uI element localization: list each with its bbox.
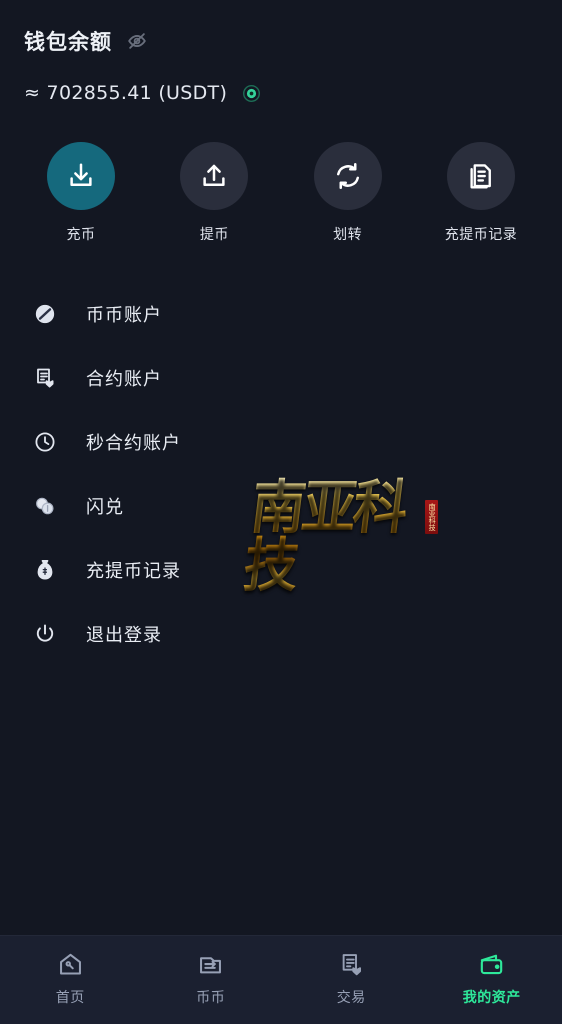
action-transfer[interactable]: 划转 bbox=[305, 142, 391, 244]
records-icon-circle bbox=[446, 142, 515, 210]
nav-item-my-assets-label: 我的资产 bbox=[462, 990, 521, 1006]
nav-item-spot-label: 币币 bbox=[196, 990, 226, 1006]
nav-item-my-assets[interactable]: 我的资产 bbox=[422, 951, 562, 1007]
menu-item-seconds-contract-account[interactable]: 秒合约账户 bbox=[32, 410, 530, 474]
action-deposit-label: 充币 bbox=[66, 227, 96, 243]
menu-item-deposit-withdraw-records-label: 充提币记录 bbox=[86, 561, 181, 582]
menu-item-spot-account[interactable]: 币币账户 bbox=[32, 282, 530, 346]
menu-item-flash-exchange[interactable]: 闪兑 bbox=[32, 474, 530, 538]
document-list-icon bbox=[470, 164, 491, 189]
home-icon bbox=[59, 953, 81, 975]
transfer-icon-circle bbox=[313, 142, 382, 210]
menu-item-flash-exchange-label: 闪兑 bbox=[86, 497, 124, 518]
my-assets-page: 钱包余额 ≈ 702855.41 (USDT) 充币 提币 划转 充提币记录 币… bbox=[0, 0, 562, 1024]
bottom-navigation: 首页 币币 交易 我的资产 bbox=[0, 935, 562, 1024]
menu-item-spot-account-label: 币币账户 bbox=[86, 305, 162, 326]
wallet-balance-value: ≈ 702855.41 (USDT) bbox=[24, 82, 228, 104]
nav-item-home[interactable]: 首页 bbox=[0, 951, 141, 1007]
menu-item-contract-account[interactable]: 合约账户 bbox=[32, 346, 530, 410]
money-bag-icon bbox=[32, 557, 58, 583]
two-coins-icon bbox=[32, 493, 58, 519]
nav-item-trade[interactable]: 交易 bbox=[281, 951, 422, 1007]
nav-item-home-label: 首页 bbox=[55, 990, 85, 1006]
wallet-icon bbox=[481, 954, 503, 975]
action-withdraw-label: 提币 bbox=[199, 227, 229, 243]
balance-row: ≈ 702855.41 (USDT) bbox=[24, 82, 538, 104]
menu-item-deposit-withdraw-records[interactable]: 充提币记录 bbox=[32, 538, 530, 602]
menu-item-contract-account-label: 合约账户 bbox=[86, 369, 162, 390]
wallet-header: 钱包余额 ≈ 702855.41 (USDT) bbox=[0, 0, 562, 104]
action-records-label: 充提币记录 bbox=[444, 227, 518, 243]
nav-item-trade-label: 交易 bbox=[336, 990, 366, 1006]
upload-icon bbox=[203, 164, 225, 186]
eye-off-icon[interactable] bbox=[126, 30, 148, 52]
menu-item-logout[interactable]: 退出登录 bbox=[32, 602, 530, 666]
account-menu: 币币账户 合约账户 秒合约账户 闪兑 充提币记录 退出登录 bbox=[0, 282, 562, 666]
withdraw-icon-circle bbox=[180, 142, 249, 210]
coin-slash-icon bbox=[32, 301, 58, 327]
quick-actions: 充币 提币 划转 充提币记录 bbox=[0, 104, 562, 244]
contract-document-icon bbox=[32, 365, 58, 391]
action-transfer-label: 划转 bbox=[333, 227, 363, 243]
deposit-icon-circle bbox=[47, 142, 115, 210]
menu-item-logout-label: 退出登录 bbox=[86, 625, 162, 646]
nav-item-spot[interactable]: 币币 bbox=[141, 951, 282, 1007]
download-icon bbox=[70, 163, 92, 186]
green-dot-icon[interactable] bbox=[243, 84, 261, 102]
trade-document-icon bbox=[342, 954, 361, 976]
clock-icon bbox=[32, 429, 58, 455]
action-deposit[interactable]: 充币 bbox=[38, 142, 124, 244]
menu-item-seconds-contract-account-label: 秒合约账户 bbox=[86, 433, 181, 454]
wallet-title-row: 钱包余额 bbox=[24, 26, 538, 56]
transfer-refresh-icon bbox=[336, 163, 359, 189]
spot-exchange-icon bbox=[200, 957, 222, 974]
action-withdraw[interactable]: 提币 bbox=[171, 142, 257, 244]
power-icon bbox=[32, 621, 58, 647]
action-records[interactable]: 充提币记录 bbox=[438, 142, 524, 244]
page-title: 钱包余额 bbox=[24, 30, 112, 54]
